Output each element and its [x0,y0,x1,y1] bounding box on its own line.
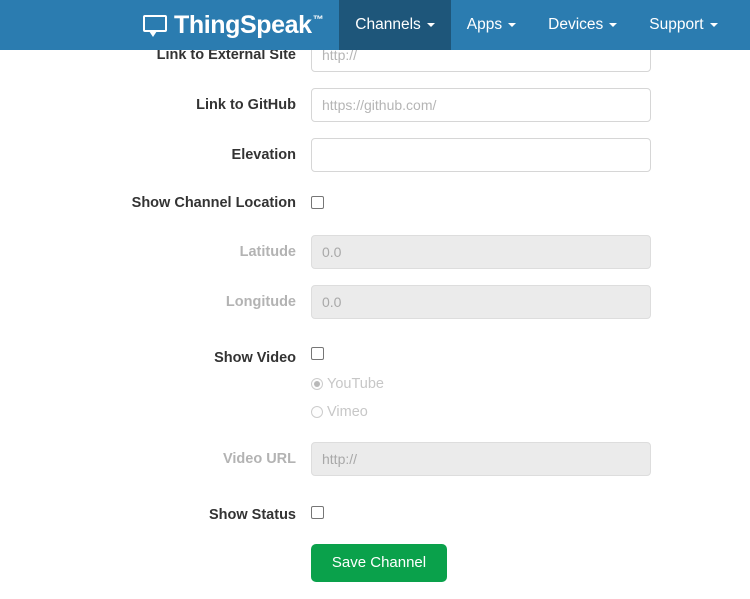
form-row-save: Save Channel [0,544,750,582]
brand-name-text: ThingSpeak [174,11,312,39]
youtube-radio[interactable] [311,378,323,390]
chevron-down-icon [710,23,718,27]
nav-item-devices[interactable]: Devices [532,0,633,50]
chevron-down-icon [427,23,435,27]
label-show-status: Show Status [0,498,311,526]
label-elevation: Elevation [0,138,311,166]
form-row-show-video: Show Video YouTube Vimeo [0,341,750,428]
top-navbar: ThingSpeak™ Channels Apps Devices Suppor… [0,0,750,50]
vimeo-radio-label: Vimeo [327,404,368,420]
chevron-down-icon [609,23,617,27]
radio-option-vimeo[interactable]: Vimeo [311,400,750,424]
elevation-input[interactable] [311,138,651,172]
brand-logo-link[interactable]: ThingSpeak™ [143,0,339,50]
nav-item-apps[interactable]: Apps [451,0,532,50]
form-row-latitude: Latitude [0,235,750,269]
nav-item-support[interactable]: Support [633,0,733,50]
video-url-input[interactable] [311,442,651,476]
label-show-video: Show Video [0,341,311,369]
brand-trademark: ™ [313,14,324,26]
label-video-url: Video URL [0,442,311,470]
show-video-checkbox[interactable] [311,347,324,360]
channel-settings-form: Link to External Site Link to GitHub Ele… [0,38,750,598]
form-row-elevation: Elevation [0,138,750,172]
brand-name: ThingSpeak™ [174,11,323,40]
channel-settings-page: Link to External Site Link to GitHub Ele… [0,0,750,599]
chevron-down-icon [508,23,516,27]
radio-option-youtube[interactable]: YouTube [311,372,750,396]
form-row-video-url: Video URL [0,442,750,476]
label-latitude: Latitude [0,235,311,263]
form-row-link-github: Link to GitHub [0,88,750,122]
longitude-input[interactable] [311,285,651,319]
form-row-show-status: Show Status [0,498,750,526]
label-show-channel-location: Show Channel Location [0,188,311,213]
speech-bubble-icon [143,15,167,36]
nav-item-support-label: Support [649,16,703,34]
link-github-input[interactable] [311,88,651,122]
form-row-show-channel-location: Show Channel Location [0,188,750,213]
navbar-inner: ThingSpeak™ Channels Apps Devices Suppor… [143,0,734,50]
nav-item-apps-label: Apps [467,16,502,34]
nav-item-devices-label: Devices [548,16,603,34]
latitude-input[interactable] [311,235,651,269]
video-provider-radio-group: YouTube Vimeo [311,370,750,424]
nav-item-channels-label: Channels [355,16,421,34]
youtube-radio-label: YouTube [327,376,384,392]
save-channel-button[interactable]: Save Channel [311,544,447,582]
form-row-longitude: Longitude [0,285,750,319]
label-link-github: Link to GitHub [0,88,311,116]
label-longitude: Longitude [0,285,311,313]
vimeo-radio[interactable] [311,406,323,418]
show-status-checkbox[interactable] [311,506,324,519]
nav-item-channels[interactable]: Channels [339,0,451,50]
show-channel-location-checkbox[interactable] [311,196,324,209]
